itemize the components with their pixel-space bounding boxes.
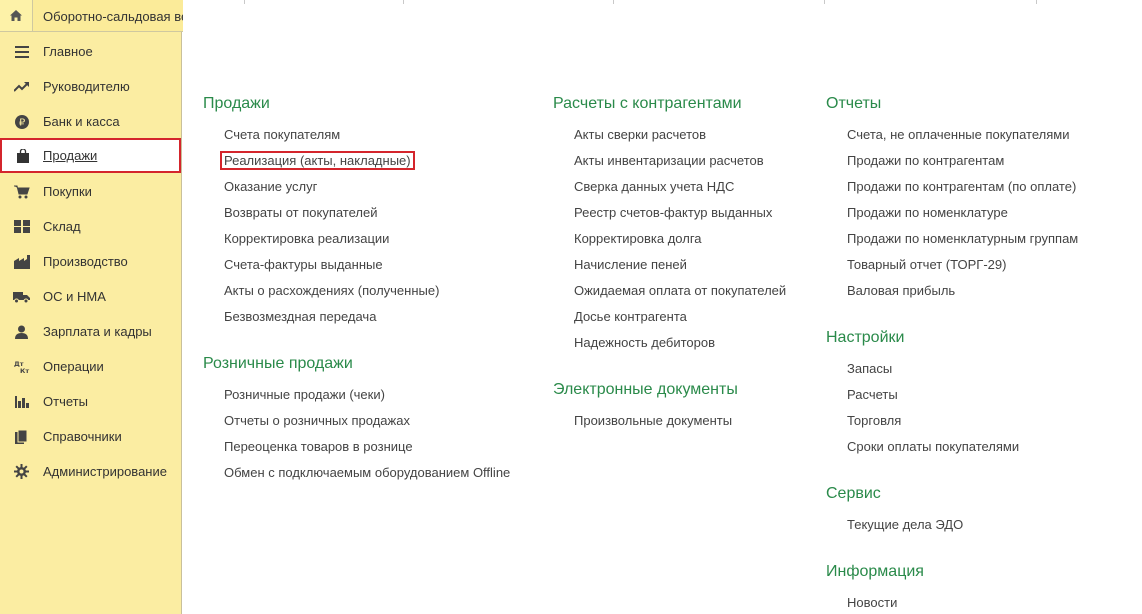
link-counterparty-dossier[interactable]: Досье контрагента: [574, 309, 687, 324]
tab-separator: [613, 0, 614, 4]
link-penalties[interactable]: Начисление пеней: [574, 257, 687, 272]
link-invoice-register[interactable]: Реестр счетов-фактур выданных: [574, 205, 772, 220]
link-retail-receipts[interactable]: Розничные продажи (чеки): [224, 387, 385, 402]
section-title-settings: Настройки: [826, 329, 905, 346]
person-icon: [0, 314, 43, 349]
sidebar-item-label: Справочники: [43, 429, 122, 444]
sidebar-item-bank[interactable]: ₽ Банк и касса: [0, 104, 181, 139]
sidebar-item-label: Отчеты: [43, 394, 88, 409]
svg-text:₽: ₽: [18, 117, 25, 128]
link-sales-realization[interactable]: Реализация (акты, накладные): [220, 151, 415, 170]
sidebar-item-sales[interactable]: Продажи: [0, 138, 181, 173]
section-title-settlements: Расчеты с контрагентами: [553, 95, 742, 112]
link-retail-reports[interactable]: Отчеты о розничных продажах: [224, 413, 410, 428]
sidebar-item-label: Руководителю: [43, 79, 130, 94]
sidebar-item-label: Покупки: [43, 184, 92, 199]
sidebar-item-label: Склад: [43, 219, 81, 234]
sidebar-item-warehouse[interactable]: Склад: [0, 209, 181, 244]
link-unpaid-invoices[interactable]: Счета, не оплаченные покупателями: [847, 127, 1069, 142]
cart-icon: [0, 174, 43, 209]
sidebar-item-production[interactable]: Производство: [0, 244, 181, 279]
sidebar-item-operations[interactable]: Дт Кт Операции: [0, 349, 181, 384]
home-icon: [10, 10, 22, 21]
link-offline-exchange[interactable]: Обмен с подключаемым оборудованием Offli…: [224, 465, 510, 480]
sidebar-item-administration[interactable]: Администрирование: [0, 454, 181, 489]
tab-open-report[interactable]: Оборотно-сальдовая ведомость: [33, 0, 183, 32]
link-retail-revaluation[interactable]: Переоценка товаров в рознице: [224, 439, 413, 454]
link-payment-terms[interactable]: Сроки оплаты покупателями: [847, 439, 1019, 454]
link-stock-settings[interactable]: Запасы: [847, 361, 892, 376]
section-title-info: Информация: [826, 563, 924, 580]
link-discrepancy-acts[interactable]: Акты о расхождениях (полученные): [224, 283, 439, 298]
top-bar: Оборотно-сальдовая ведомость: [0, 0, 1142, 32]
link-trade-settings[interactable]: Торговля: [847, 413, 901, 428]
sidebar: Главное Руководителю ₽ Банк и касса Прод…: [0, 32, 182, 614]
sidebar-item-label: Банк и касса: [43, 114, 120, 129]
sidebar-item-label: Администрирование: [43, 464, 167, 479]
link-expected-payment[interactable]: Ожидаемая оплата от покупателей: [574, 283, 786, 298]
tab-separator: [824, 0, 825, 4]
link-gross-profit[interactable]: Валовая прибыль: [847, 283, 955, 298]
link-settlement-settings[interactable]: Расчеты: [847, 387, 898, 402]
sidebar-item-label: Продажи: [43, 148, 98, 163]
trend-icon: [0, 69, 43, 104]
sidebar-item-fixed-assets[interactable]: ОС и НМА: [0, 279, 181, 314]
link-edo-tasks[interactable]: Текущие дела ЭДО: [847, 517, 963, 532]
sidebar-item-label: Зарплата и кадры: [43, 324, 152, 339]
sidebar-item-manager[interactable]: Руководителю: [0, 69, 181, 104]
tab-separator: [1036, 0, 1037, 4]
ruble-icon: ₽: [0, 104, 43, 139]
link-sales-by-nomenclature[interactable]: Продажи по номенклатуре: [847, 205, 1008, 220]
link-sales-by-counterparty-payment[interactable]: Продажи по контрагентам (по оплате): [847, 179, 1076, 194]
sidebar-item-directories[interactable]: Справочники: [0, 419, 181, 454]
home-button[interactable]: [0, 0, 33, 32]
sidebar-item-reports[interactable]: Отчеты: [0, 384, 181, 419]
link-vat-reconciliation[interactable]: Сверка данных учета НДС: [574, 179, 734, 194]
section-title-retail: Розничные продажи: [203, 355, 353, 372]
link-customer-returns[interactable]: Возвраты от покупателей: [224, 205, 378, 220]
warehouse-icon: [0, 209, 43, 244]
section-title-sales: Продажи: [203, 95, 270, 112]
link-inventory-acts[interactable]: Акты инвентаризации расчетов: [574, 153, 764, 168]
link-free-transfer[interactable]: Безвозмездная передача: [224, 309, 376, 324]
sidebar-item-label: Производство: [43, 254, 128, 269]
books-icon: [0, 419, 43, 454]
link-customer-invoices[interactable]: Счета покупателям: [224, 127, 340, 142]
section-title-service: Сервис: [826, 485, 881, 502]
dt-kt-icon: Дт Кт: [0, 349, 43, 384]
sidebar-item-label: ОС и НМА: [43, 289, 106, 304]
svg-text:Кт: Кт: [20, 367, 29, 374]
gear-icon: [0, 454, 43, 489]
sidebar-item-main[interactable]: Главное: [0, 34, 181, 69]
link-sales-by-counterparty[interactable]: Продажи по контрагентам: [847, 153, 1004, 168]
sidebar-item-label: Операции: [43, 359, 104, 374]
bar-chart-icon: [0, 384, 43, 419]
section-title-reports: Отчеты: [826, 95, 882, 112]
tab-separator: [244, 0, 245, 4]
shopping-bag-icon: [2, 138, 43, 173]
menu-lines-icon: [0, 34, 43, 69]
link-sales-adjustment[interactable]: Корректировка реализации: [224, 231, 389, 246]
link-debtor-reliability[interactable]: Надежность дебиторов: [574, 335, 715, 350]
section-title-edocs: Электронные документы: [553, 381, 738, 398]
link-sales-by-groups[interactable]: Продажи по номенклатурным группам: [847, 231, 1078, 246]
sidebar-item-salary[interactable]: Зарплата и кадры: [0, 314, 181, 349]
link-services[interactable]: Оказание услуг: [224, 179, 317, 194]
tab-separator: [403, 0, 404, 4]
link-reconciliation-acts[interactable]: Акты сверки расчетов: [574, 127, 706, 142]
truck-icon: [0, 279, 43, 314]
link-torg29[interactable]: Товарный отчет (ТОРГ-29): [847, 257, 1006, 272]
link-news[interactable]: Новости: [847, 595, 897, 610]
sidebar-item-purchases[interactable]: Покупки: [0, 174, 181, 209]
link-custom-documents[interactable]: Произвольные документы: [574, 413, 732, 428]
sidebar-item-label: Главное: [43, 44, 93, 59]
factory-icon: [0, 244, 43, 279]
link-debt-adjustment[interactable]: Корректировка долга: [574, 231, 702, 246]
link-issued-invoices[interactable]: Счета-фактуры выданные: [224, 257, 383, 272]
